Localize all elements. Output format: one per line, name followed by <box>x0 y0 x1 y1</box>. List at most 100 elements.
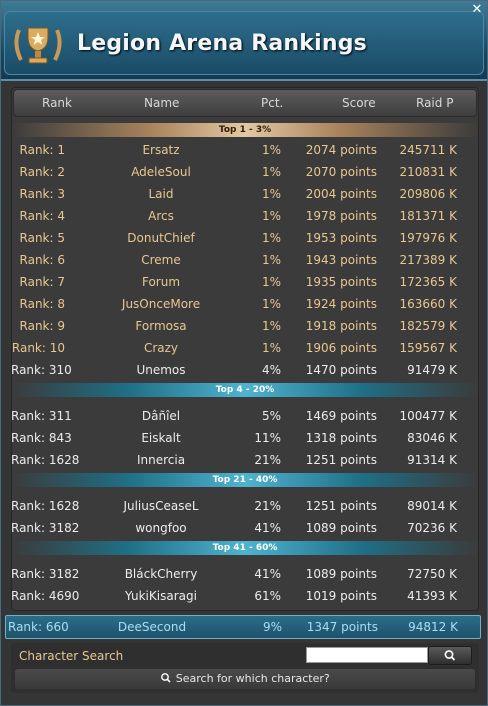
ranking-row[interactable]: Rank: 1628 Innercia 21% 1251 points 91314 K <box>11 449 479 471</box>
search-icon <box>444 650 456 661</box>
score-cell: 1019 points <box>305 589 377 603</box>
score-cell: 1318 points <box>305 431 377 445</box>
ranking-row[interactable]: Rank: 843 Eiskalt 11% 1318 points 83046 K <box>11 427 479 449</box>
ranking-row[interactable]: Rank: 7 Forum 1% 1935 points 172365 K <box>11 271 479 293</box>
rank-cell: Rank: 10 <box>11 341 65 355</box>
ranking-row[interactable]: Rank: 5 DonutChief 1% 1953 points 197976 K <box>11 227 479 249</box>
search-label: Character Search <box>19 649 124 663</box>
rank-cell: Rank: 1628 <box>11 453 80 467</box>
name-cell: wongfoo <box>135 521 187 535</box>
ranking-row[interactable]: Rank: 4690 YukiKisaragi 61% 1019 points 4139… <box>11 585 479 607</box>
rank-cell: Rank: 7 <box>19 275 65 289</box>
name-cell: Forum <box>141 275 181 289</box>
raid-cell: 100477 K <box>399 409 458 423</box>
score-cell: 1251 points <box>305 499 377 513</box>
ranking-row[interactable]: Rank: 311 Dâñîel 5% 1469 points 100477 K <box>11 405 479 427</box>
col-pct[interactable]: Pct. <box>261 96 283 110</box>
ranking-row[interactable]: Rank: 1 Ersatz 1% 2074 points 245711 K <box>11 139 479 161</box>
rank-cell: Rank: 3 <box>19 187 65 201</box>
rank-cell: Rank: 3182 <box>11 567 80 581</box>
character-search-area: Character Search Search for which charac… <box>11 643 479 693</box>
score-cell: 1251 points <box>305 453 377 467</box>
rank-cell: Rank: 5 <box>19 231 65 245</box>
ranking-row[interactable]: Rank: 3182 wongfoo 41% 1089 points 70236 K <box>11 517 479 539</box>
search-input[interactable] <box>306 647 428 663</box>
ranking-row[interactable]: Rank: 2 AdeleSoul 1% 2070 points 210831 K <box>11 161 479 183</box>
rank-cell: Rank: 1628 <box>11 499 80 513</box>
search-hint-text: Search for which character? <box>175 672 330 685</box>
ranking-row[interactable]: Rank: 8 JusOnceMore 1% 1924 points 163660 K <box>11 293 479 315</box>
ranking-row[interactable]: Rank: 6 Creme 1% 1943 points 217389 K <box>11 249 479 271</box>
raid-cell: 210831 K <box>399 165 458 179</box>
rank-cell: Rank: 2 <box>19 165 65 179</box>
group-separator: Top 41 - 60% <box>11 541 479 555</box>
pct-cell: 11% <box>254 431 281 445</box>
title-bar: ✕ Legion Arena Rankings <box>1 1 487 81</box>
ranking-row[interactable]: Rank: 1628 JuliusCeaseL 21% 1251 points 8901… <box>11 495 479 517</box>
group-separator: Top 21 - 40% <box>11 473 479 487</box>
raid-cell: 209806 K <box>399 187 458 201</box>
raid-cell: 89014 K <box>407 499 457 513</box>
my-name: DeeSecond <box>117 620 187 634</box>
pct-cell: 4% <box>261 363 281 377</box>
raid-cell: 70236 K <box>407 521 457 535</box>
score-cell: 2070 points <box>305 165 377 179</box>
score-cell: 1924 points <box>305 297 377 311</box>
column-header: Rank Name Pct. Score Raid P <box>13 89 477 117</box>
name-cell: DonutChief <box>127 231 195 245</box>
raid-cell: 72750 K <box>407 567 457 581</box>
group-separator: Top 1 - 3% <box>11 123 479 137</box>
score-cell: 1978 points <box>305 209 377 223</box>
rank-cell: Rank: 3182 <box>11 521 80 535</box>
my-rank: Rank: 660 <box>8 620 69 634</box>
pct-cell: 1% <box>261 297 281 311</box>
pct-cell: 41% <box>254 567 281 581</box>
pct-cell: 1% <box>261 231 281 245</box>
rankings-panel: Rank Name Pct. Score Raid P Top 1 - 3% Ra… <box>11 87 479 611</box>
window-title: Legion Arena Rankings <box>77 31 367 56</box>
raid-cell: 163660 K <box>399 297 458 311</box>
group-separator: Top 4 - 20% <box>11 383 479 397</box>
raid-cell: 159567 K <box>399 341 458 355</box>
trophy-laurel-icon <box>14 27 62 64</box>
search-icon <box>161 673 171 683</box>
pct-cell: 21% <box>254 499 281 513</box>
pct-cell: 1% <box>261 187 281 201</box>
score-cell: 1089 points <box>305 521 377 535</box>
my-rank-row[interactable]: Rank: 660 DeeSecond 9% 1347 points 94812… <box>5 615 481 639</box>
raid-cell: 182579 K <box>399 319 458 333</box>
pct-cell: 1% <box>261 253 281 267</box>
score-cell: 2004 points <box>305 187 377 201</box>
rank-cell: Rank: 4690 <box>11 589 80 603</box>
search-button[interactable] <box>428 646 472 665</box>
ranking-row[interactable]: Rank: 3 Laid 1% 2004 points 209806 K <box>11 183 479 205</box>
raid-cell: 91314 K <box>407 453 457 467</box>
name-cell: JuliusCeaseL <box>123 499 199 513</box>
ranking-row[interactable]: Rank: 3182 BláckCherry 41% 1089 points 72750… <box>11 563 479 585</box>
col-score[interactable]: Score <box>342 96 376 110</box>
pct-cell: 5% <box>261 409 281 423</box>
col-name[interactable]: Name <box>144 96 179 110</box>
rank-cell: Rank: 8 <box>19 297 65 311</box>
score-cell: 1469 points <box>305 409 377 423</box>
close-button[interactable]: ✕ <box>470 3 484 17</box>
search-hint-button[interactable]: Search for which character? <box>15 669 475 689</box>
ranking-row[interactable]: Rank: 310 Unemos 4% 1470 points 91479 K <box>11 359 479 381</box>
ranking-row[interactable]: Rank: 4 Arcs 1% 1978 points 181371 K <box>11 205 479 227</box>
ranking-row[interactable]: Rank: 9 Formosa 1% 1918 points 182579 K <box>11 315 479 337</box>
col-raid[interactable]: Raid P <box>416 96 453 110</box>
col-rank[interactable]: Rank <box>42 96 72 110</box>
raid-cell: 217389 K <box>399 253 458 267</box>
name-cell: Dâñîel <box>141 409 181 423</box>
pct-cell: 1% <box>261 165 281 179</box>
rankings-window: ✕ Legion Arena Rankings Rank Name Pct. S… <box>0 0 488 706</box>
rank-cell: Rank: 6 <box>19 253 65 267</box>
ranking-row[interactable]: Rank: 10 Crazy 1% 1906 points 159567 K <box>11 337 479 359</box>
name-cell: Arcs <box>148 209 174 223</box>
raid-cell: 91479 K <box>407 363 457 377</box>
raid-cell: 83046 K <box>407 431 457 445</box>
name-cell: Innercia <box>136 453 186 467</box>
rank-cell: Rank: 311 <box>11 409 72 423</box>
raid-cell: 245711 K <box>399 143 458 157</box>
name-cell: JusOnceMore <box>121 297 201 311</box>
